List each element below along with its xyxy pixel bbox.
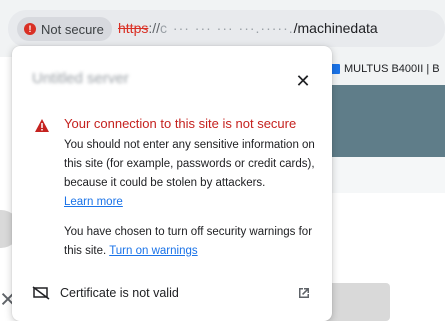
- page-header-band: [332, 85, 445, 157]
- security-status-label: Not secure: [41, 21, 104, 37]
- close-icon: ✕: [295, 70, 311, 91]
- connection-warning-body: You should not enter any sensitive infor…: [64, 136, 319, 212]
- url-text[interactable]: https://c ··· ··· ··· ···.·····./machine…: [118, 20, 378, 36]
- security-status-chip[interactable]: ! Not secure: [17, 17, 112, 41]
- url-host: c ··· ··· ··· ···.·····.: [160, 20, 294, 36]
- learn-more-link[interactable]: Learn more: [64, 196, 123, 208]
- certificate-status-label: Certificate is not valid: [60, 286, 179, 300]
- certificate-status-row[interactable]: Certificate is not valid: [12, 278, 332, 308]
- popup-site-title: Untitled server: [32, 70, 129, 87]
- warning-body-text: You should not enter any sensitive infor…: [64, 139, 315, 189]
- open-external-icon[interactable]: [296, 285, 312, 301]
- connection-warning-title: Your connection to this site is not secu…: [64, 116, 297, 131]
- bookmark-multus[interactable]: MULTUS B400II | B: [330, 57, 445, 80]
- url-scheme: https: [118, 20, 149, 36]
- security-warnings-note: You have chosen to turn off security war…: [64, 223, 319, 261]
- url-separator: ://: [148, 20, 161, 36]
- close-button[interactable]: ✕: [293, 71, 313, 91]
- url-path: /machinedata: [293, 20, 378, 36]
- warning-circle-icon: !: [24, 23, 36, 35]
- certificate-invalid-icon: [32, 286, 50, 300]
- page-content-strip: [332, 157, 445, 193]
- warning-triangle-icon: [35, 119, 49, 132]
- turn-on-warnings-link[interactable]: Turn on warnings: [109, 245, 197, 257]
- bookmark-label: MULTUS B400II | B: [344, 62, 440, 75]
- site-info-popup: Untitled server ✕ Your connection to thi…: [12, 46, 332, 321]
